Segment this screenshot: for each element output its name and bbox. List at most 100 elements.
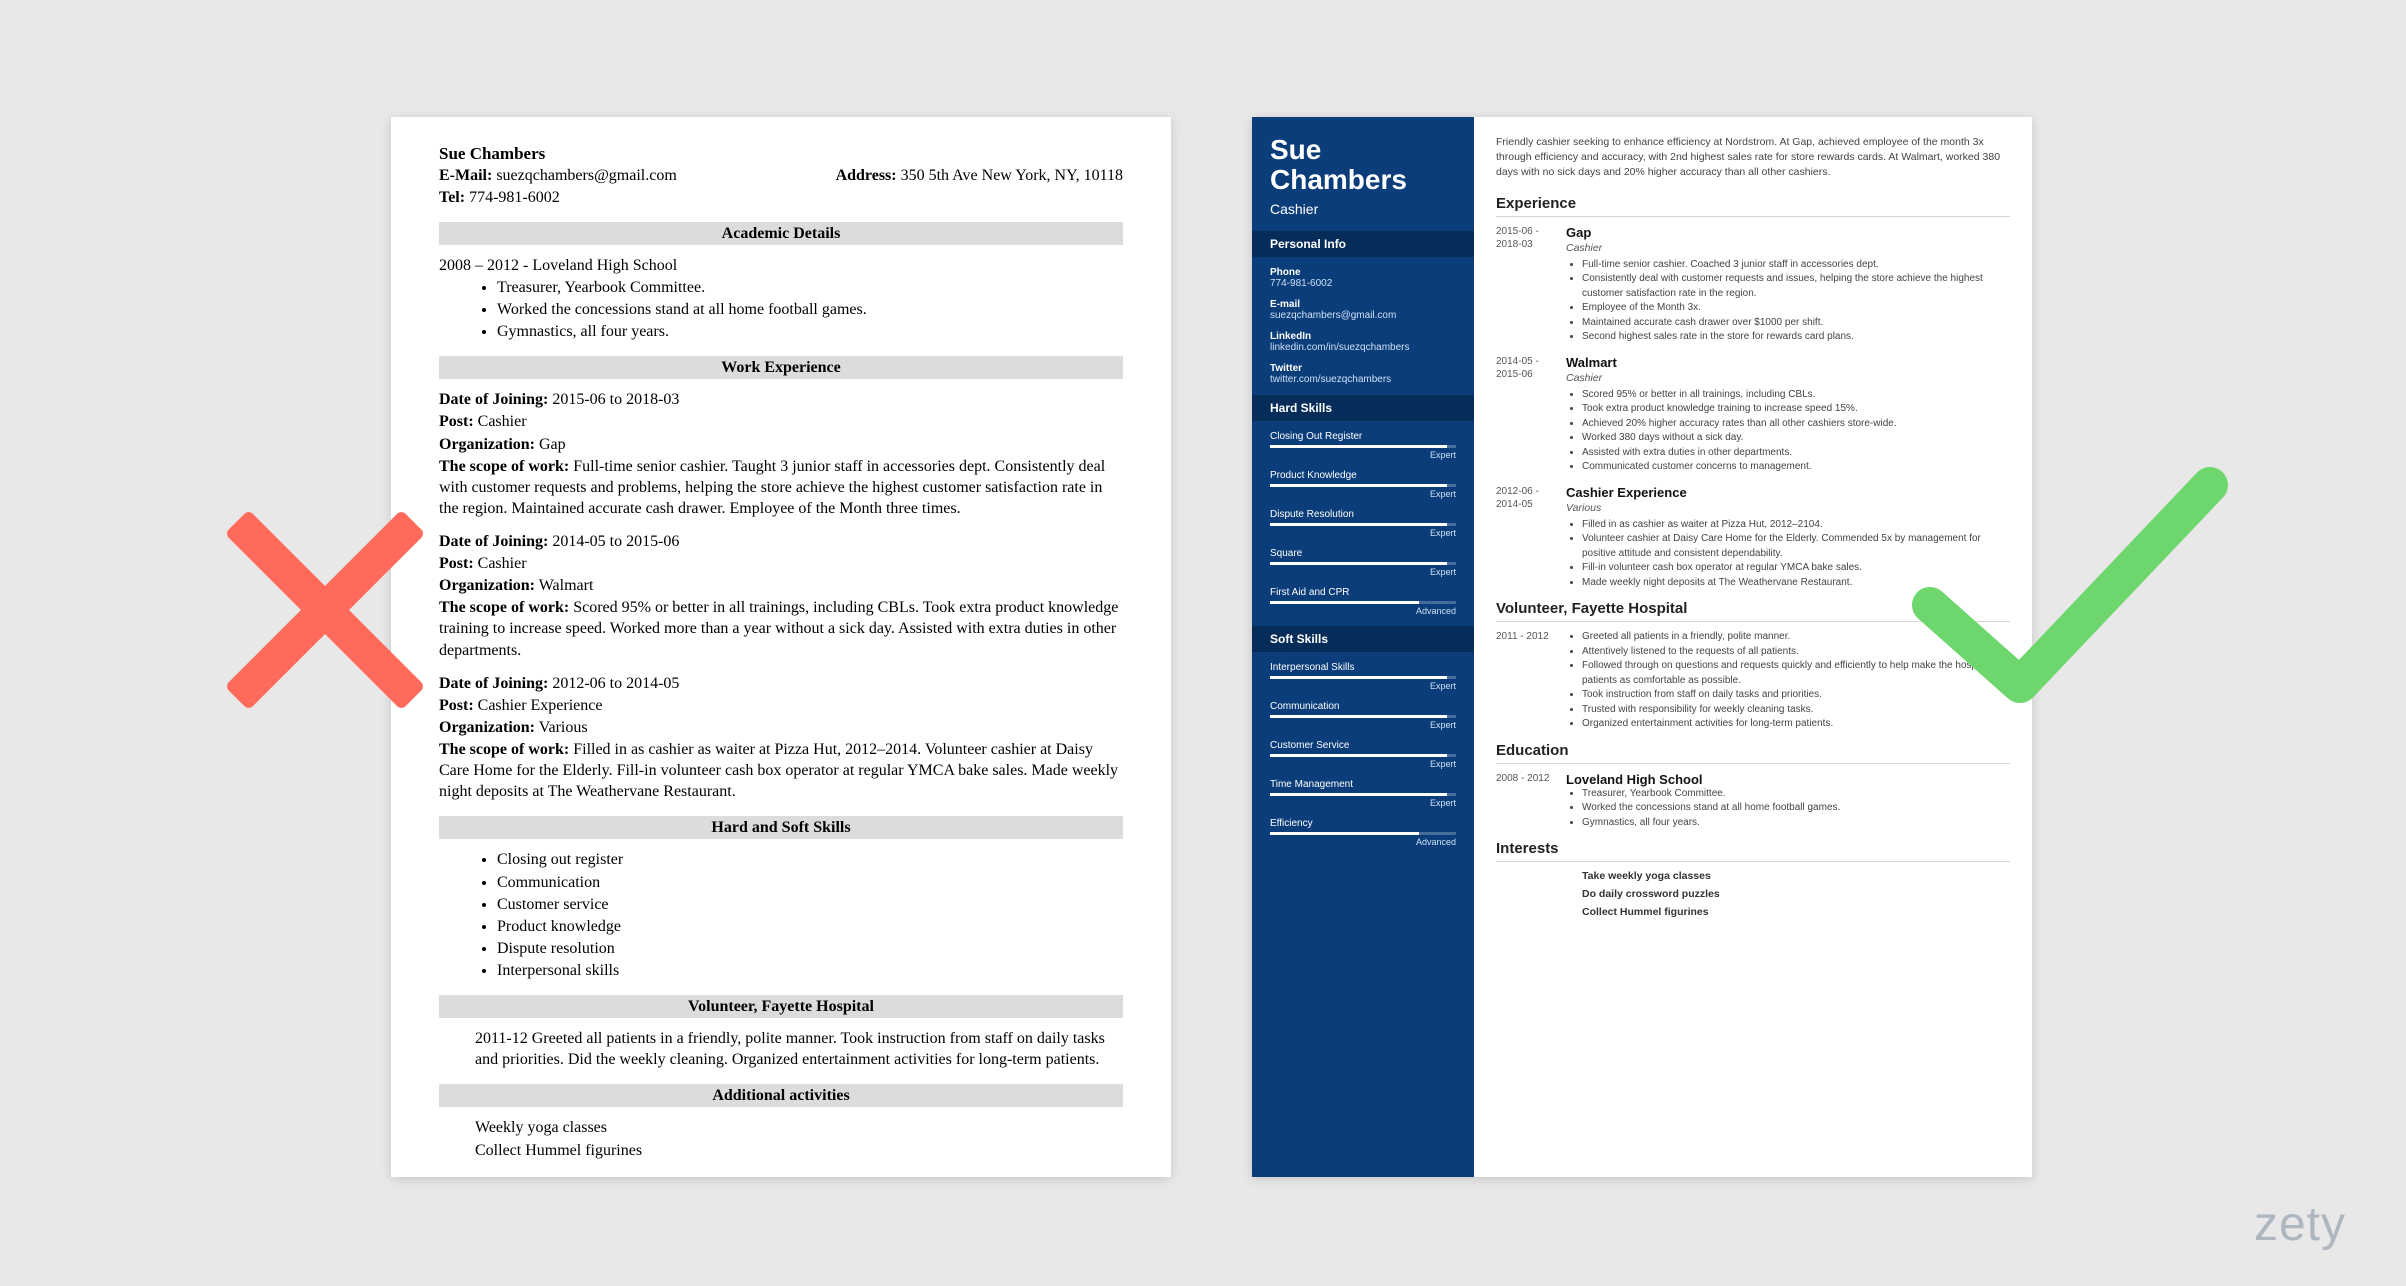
list-item: Gymnastics, all four years. [497, 321, 1123, 342]
list-item: Scored 95% or better in all trainings, i… [1582, 388, 2010, 403]
list-item: Worked the concessions stand at all home… [1582, 801, 2010, 816]
role: Cashier [1270, 201, 1456, 217]
section-experience: Experience [1496, 195, 2010, 217]
skill-item: First Aid and CPR Advanced [1270, 587, 1456, 616]
skill-bar [1270, 523, 1456, 526]
list-item: Gymnastics, all four years. [1582, 816, 2010, 831]
skill-name: Efficiency [1270, 818, 1456, 829]
volunteer-text: 2011-12 Greeted all patients in a friend… [475, 1028, 1123, 1070]
list-item: Customer service [497, 894, 1123, 915]
skill-level: Expert [1270, 720, 1456, 730]
section-academic: Academic Details [439, 222, 1123, 245]
list-item: Second highest sales rate in the store f… [1582, 330, 2010, 345]
name: Sue Chambers [439, 143, 1123, 165]
sidebar: Sue Chambers Cashier Personal Info Phone… [1252, 117, 1474, 1177]
list-item: Worked 380 days without a sick day. [1582, 431, 2010, 446]
brand-logo: zety [2254, 1197, 2346, 1252]
x-mark-icon [200, 485, 450, 735]
list-item: Dispute resolution [497, 938, 1123, 959]
list-item: Treasurer, Yearbook Committee. [1582, 787, 2010, 802]
name-last: Chambers [1270, 165, 1456, 195]
entry-heading: Walmart [1566, 355, 2010, 370]
skill-level: Advanced [1270, 606, 1456, 616]
skill-item: Closing Out Register Expert [1270, 431, 1456, 460]
check-mark-icon [1910, 455, 2230, 715]
skill-name: Product Knowledge [1270, 470, 1456, 481]
skill-item: Interpersonal Skills Expert [1270, 662, 1456, 691]
list-item: Employee of the Month 3x. [1582, 301, 2010, 316]
list-item: Interpersonal skills [497, 960, 1123, 981]
additional-item: Collect Hummel figurines [475, 1140, 1123, 1161]
education-entry: 2008 - 2012 Loveland High School Treasur… [1496, 772, 2010, 831]
entry-dates: 2014-05 - 2015-06 [1496, 355, 1566, 475]
email-line: E-Mail: suezqchambers@gmail.com [439, 165, 677, 186]
skill-name: Interpersonal Skills [1270, 662, 1456, 673]
skill-name: Closing Out Register [1270, 431, 1456, 442]
section-interests: Interests [1496, 840, 2010, 862]
list-item: Consistently deal with customer requests… [1582, 272, 2010, 301]
section-volunteer: Volunteer, Fayette Hospital [439, 995, 1123, 1018]
skill-item: Customer Service Expert [1270, 740, 1456, 769]
section-additional: Additional activities [439, 1084, 1123, 1107]
list-item: Treasurer, Yearbook Committee. [497, 277, 1123, 298]
section-work: Work Experience [439, 356, 1123, 379]
address-line: Address: 350 5th Ave New York, NY, 10118 [836, 165, 1123, 186]
skill-bar [1270, 445, 1456, 448]
list-item: Took extra product knowledge training to… [1582, 402, 2010, 417]
skill-name: Customer Service [1270, 740, 1456, 751]
entry-sub: Cashier [1566, 242, 2010, 254]
contact-value: suezqchambers@gmail.com [1270, 310, 1456, 321]
contact-label: E-mail [1270, 299, 1456, 310]
skill-level: Advanced [1270, 837, 1456, 847]
summary: Friendly cashier seeking to enhance effi… [1496, 135, 2010, 181]
skill-item: Dispute ResolutionExpert [1270, 509, 1456, 538]
interest-item: Do daily crossword puzzles [1582, 888, 2010, 900]
skill-item: Time ManagementExpert [1270, 779, 1456, 808]
skill-item: SquareExpert [1270, 548, 1456, 577]
additional-item: Weekly yoga classes [475, 1117, 1123, 1138]
job-block: Date of Joining: 2014-05 to 2015-06Post:… [439, 531, 1123, 661]
academic-school: 2008 – 2012 - Loveland High School [439, 255, 1123, 276]
academic-bullets: Treasurer, Yearbook Committee.Worked the… [497, 277, 1123, 342]
skill-level: Expert [1270, 681, 1456, 691]
skill-bar [1270, 793, 1456, 796]
contact-label: Twitter [1270, 363, 1456, 374]
interest-item: Take weekly yoga classes [1582, 870, 2010, 882]
skill-bar [1270, 484, 1456, 487]
skill-bar [1270, 676, 1456, 679]
skill-item: Efficiency Advanced [1270, 818, 1456, 847]
entry-dates: 2015-06 - 2018-03 [1496, 225, 1566, 345]
tel-line: Tel: 774-981-6002 [439, 187, 1123, 208]
skill-level: Expert [1270, 450, 1456, 460]
skill-level: Expert [1270, 489, 1456, 499]
skill-name: Communication [1270, 701, 1456, 712]
skill-bar [1270, 715, 1456, 718]
section-education: Education [1496, 742, 2010, 764]
job-block: Date of Joining: 2015-06 to 2018-03Post:… [439, 389, 1123, 519]
list-item: Full-time senior cashier. Coached 3 juni… [1582, 258, 2010, 273]
list-item: Organized entertainment activities for l… [1582, 717, 2010, 732]
list-item: Product knowledge [497, 916, 1123, 937]
list-item: Maintained accurate cash drawer over $10… [1582, 316, 2010, 331]
skill-level: Expert [1270, 567, 1456, 577]
skill-name: First Aid and CPR [1270, 587, 1456, 598]
skill-level: Expert [1270, 759, 1456, 769]
experience-entry: 2015-06 - 2018-03Gap Cashier Full-time sen… [1496, 225, 2010, 345]
side-hard-skills: Hard Skills [1252, 395, 1474, 421]
skill-name: Time Management [1270, 779, 1456, 790]
entry-heading: Gap [1566, 225, 2010, 240]
interest-item: Collect Hummel figurines [1582, 906, 2010, 918]
job-block: Date of Joining: 2012-06 to 2014-05Post:… [439, 673, 1123, 803]
list-item: Closing out register [497, 849, 1123, 870]
side-soft-skills: Soft Skills [1252, 626, 1474, 652]
skill-bar [1270, 754, 1456, 757]
contact-label: LinkedIn [1270, 331, 1456, 342]
section-skills: Hard and Soft Skills [439, 816, 1123, 839]
skill-item: Communication Expert [1270, 701, 1456, 730]
contact-value: twitter.com/suezqchambers [1270, 374, 1456, 385]
list-item: Worked the concessions stand at all home… [497, 299, 1123, 320]
list-item: Achieved 20% higher accuracy rates than … [1582, 417, 2010, 432]
resume-bad: Sue Chambers E-Mail: suezqchambers@gmail… [391, 117, 1171, 1177]
name-first: Sue [1270, 135, 1456, 165]
side-personal: Personal Info [1252, 231, 1474, 257]
